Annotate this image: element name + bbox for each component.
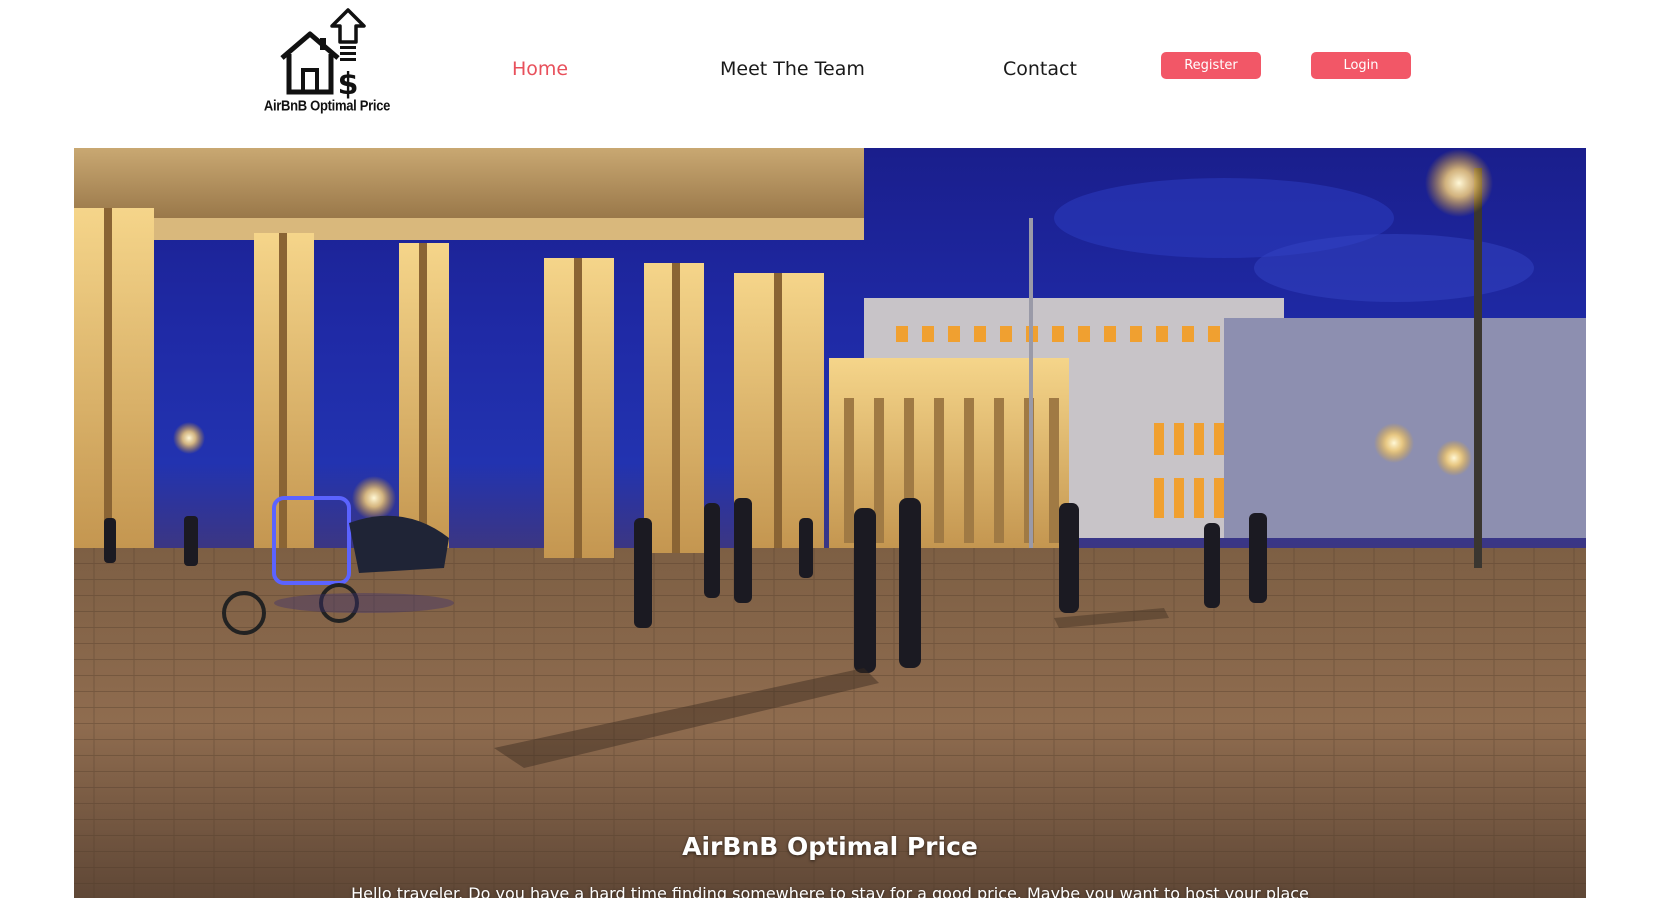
register-button[interactable]: Register [1161, 52, 1261, 79]
svg-text:$: $ [338, 67, 359, 100]
house-dollar-arrow-icon: $ [280, 8, 366, 100]
nav-contact[interactable]: Contact [1003, 58, 1077, 80]
nav-meet-the-team[interactable]: Meet The Team [720, 58, 865, 80]
hero-description: Hello traveler. Do you have a hard time … [351, 884, 1309, 898]
logo-text: AirBnB Optimal Price [263, 96, 391, 115]
hero-title: AirBnB Optimal Price [682, 832, 978, 861]
hero-image-brandenburg-gate [74, 148, 1586, 898]
nav-home[interactable]: Home [512, 58, 568, 80]
site-header: $ AirBnB Optimal Price Home Meet The Tea… [0, 0, 1664, 148]
logo[interactable]: $ AirBnB Optimal Price [262, 8, 392, 120]
hero-banner: AirBnB Optimal Price Hello traveler. Do … [74, 148, 1586, 898]
login-button[interactable]: Login [1311, 52, 1411, 79]
